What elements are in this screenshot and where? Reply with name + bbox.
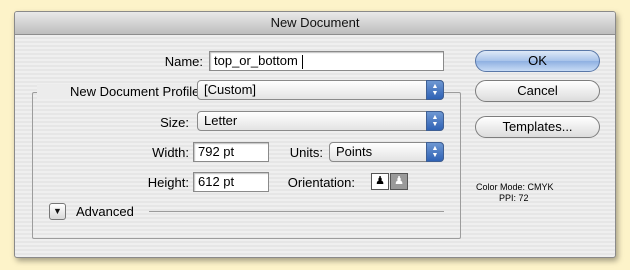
- cancel-button[interactable]: Cancel: [475, 80, 600, 102]
- name-value: top_or_bottom: [214, 53, 298, 68]
- advanced-disclosure-button[interactable]: ▼: [49, 203, 66, 220]
- units-stepper-icon: ▲ ▼: [426, 142, 444, 162]
- height-label: Height:: [147, 175, 189, 190]
- profile-stepper-icon: ▲ ▼: [426, 80, 444, 100]
- color-mode-info: Color Mode: CMYK: [476, 182, 554, 192]
- landscape-orientation-button[interactable]: ♟: [390, 173, 408, 190]
- width-label: Width:: [152, 145, 189, 160]
- size-stepper-icon: ▲ ▼: [426, 111, 444, 131]
- profile-label: New Document Profile:: [37, 84, 205, 99]
- ok-button[interactable]: OK: [475, 50, 600, 72]
- orientation-label: Orientation:: [287, 175, 355, 190]
- height-field[interactable]: 612 pt: [193, 172, 269, 192]
- size-select[interactable]: Letter ▲ ▼: [197, 111, 444, 131]
- portrait-person-icon: ♟: [375, 175, 385, 187]
- new-document-dialog: New Document Name: top_or_bottom New Doc…: [14, 11, 616, 258]
- size-value: Letter: [204, 113, 238, 128]
- portrait-orientation-button[interactable]: ♟: [371, 173, 389, 190]
- width-field[interactable]: 792 pt: [193, 142, 269, 162]
- window-title: New Document: [15, 12, 615, 35]
- units-select[interactable]: Points ▲ ▼: [329, 142, 444, 162]
- disclosure-triangle-icon: ▼: [53, 206, 62, 216]
- name-label: Name:: [164, 54, 203, 69]
- name-field[interactable]: top_or_bottom: [209, 51, 444, 71]
- units-value: Points: [336, 144, 373, 159]
- size-label: Size:: [160, 115, 189, 130]
- advanced-divider: [149, 211, 444, 212]
- units-label: Units:: [289, 145, 323, 160]
- text-caret: [301, 54, 303, 69]
- landscape-person-icon: ♟: [394, 175, 404, 187]
- profile-value: [Custom]: [204, 82, 257, 97]
- advanced-label: Advanced: [76, 204, 134, 219]
- profile-select[interactable]: [Custom] ▲ ▼: [197, 80, 444, 100]
- ppi-info: PPI: 72: [499, 193, 529, 203]
- templates-button[interactable]: Templates...: [475, 116, 600, 138]
